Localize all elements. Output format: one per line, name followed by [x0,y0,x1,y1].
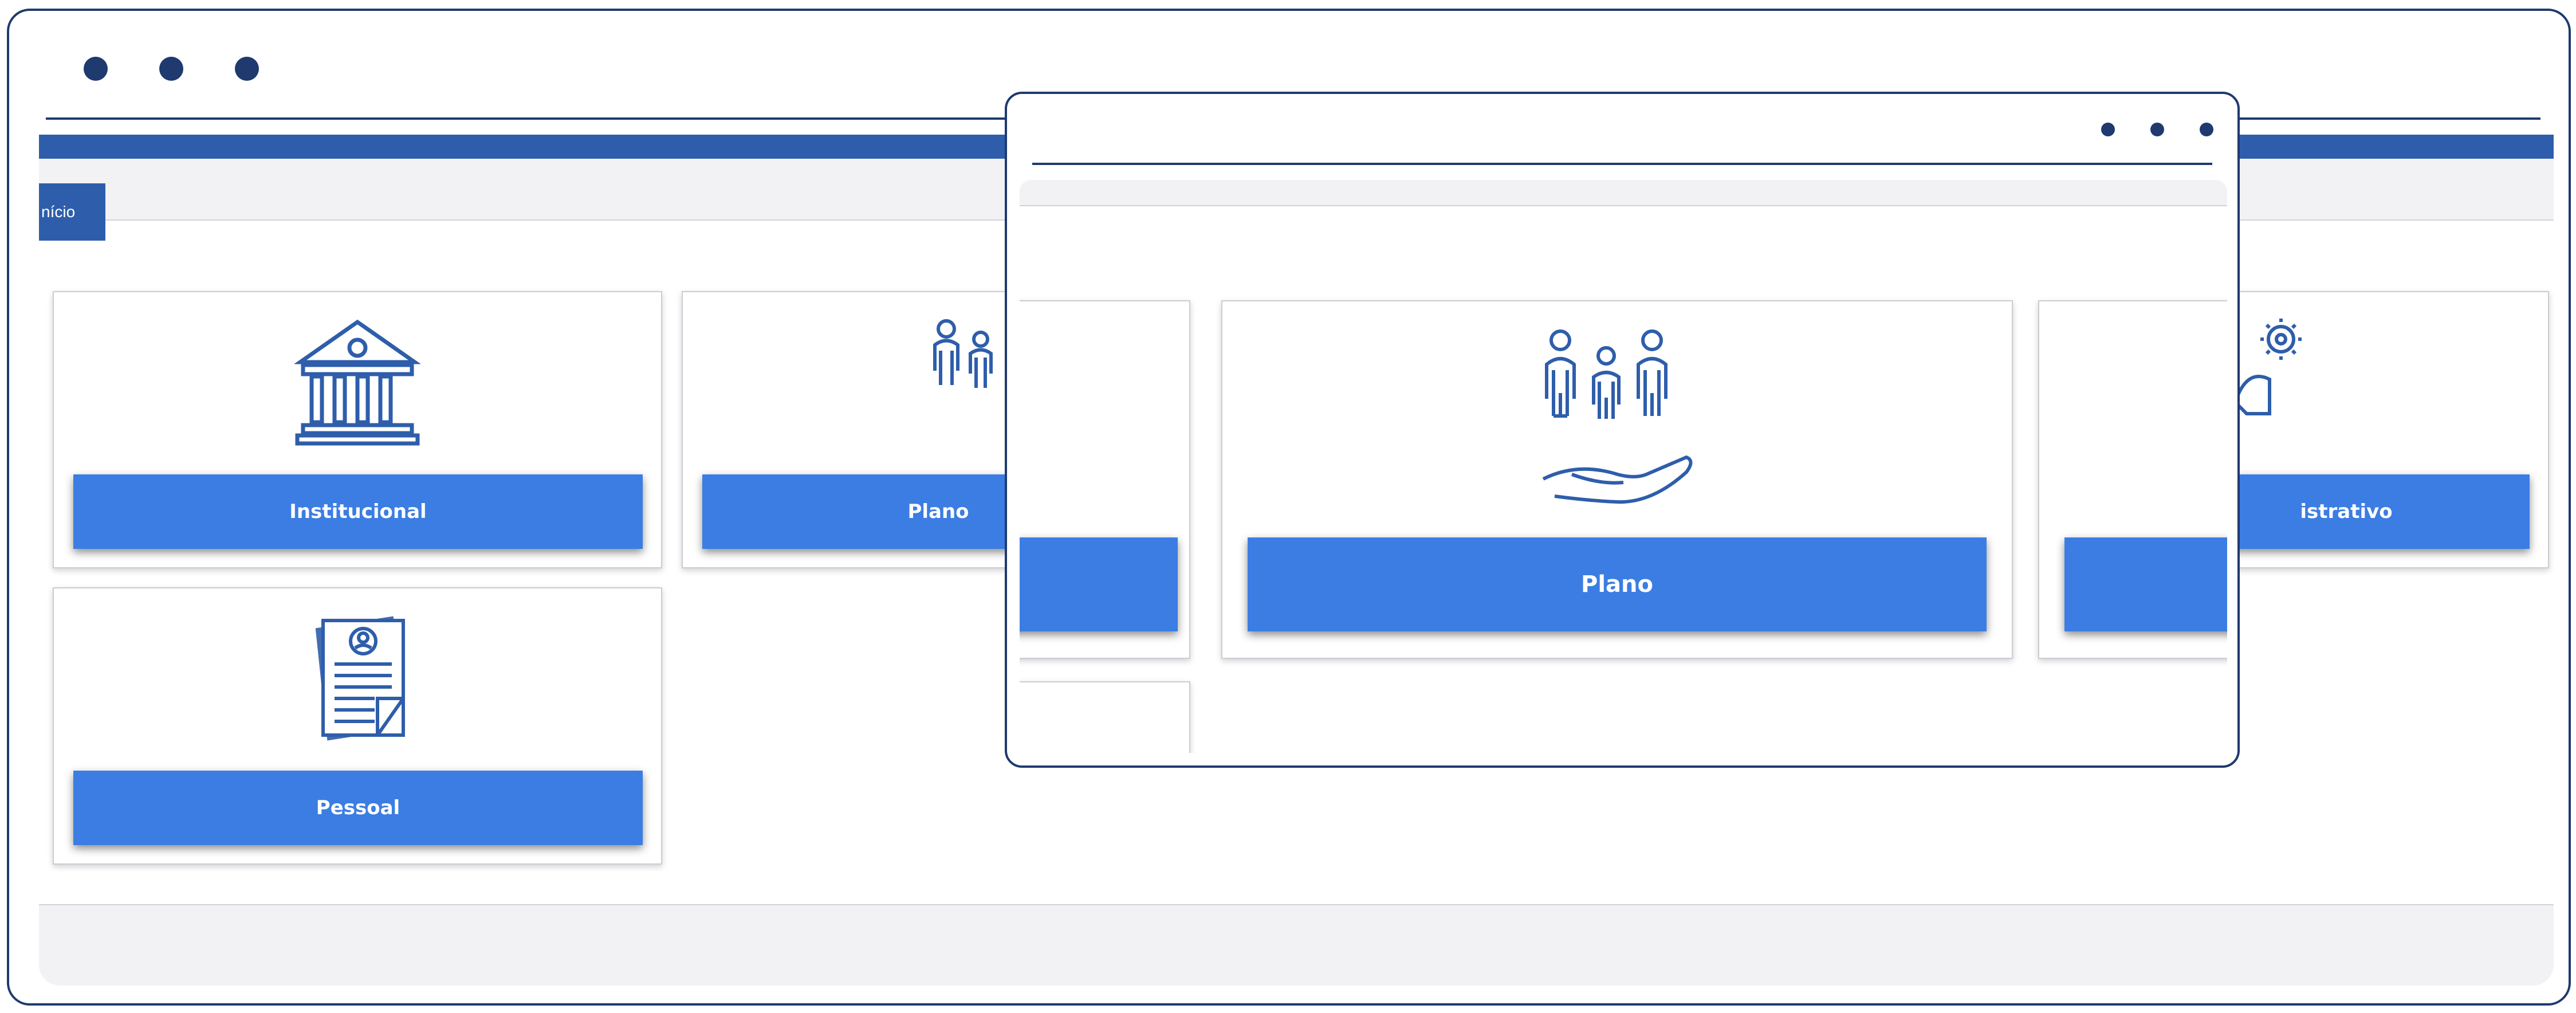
zoom-dot-icon[interactable] [2150,123,2164,136]
zoom-window-controls [2101,123,2213,136]
zoom-divider [1032,163,2212,165]
tab-inicio[interactable]: nício [39,183,105,241]
zoom-left-button[interactable] [1020,537,1178,631]
bank-building-icon [294,319,420,446]
zoom-dot-icon[interactable] [2101,123,2115,136]
window-dot-icon[interactable] [159,57,183,81]
zoom-right-button[interactable] [2064,537,2227,631]
personal-document-icon [315,616,406,741]
zoom-dot-icon[interactable] [2200,123,2213,136]
window-dot-icon[interactable] [235,57,259,81]
admin-gear-person-icon [2233,319,2302,415]
window-controls [84,57,259,81]
zoom-content: Plano [1020,180,2227,753]
family-hand-icon [1542,329,1693,504]
institucional-button[interactable]: Institucional [73,474,643,549]
card-institucional[interactable]: Institucional [53,291,662,568]
zoom-card-bottom-partial[interactable] [1020,681,1190,753]
zoom-plano-button[interactable]: Plano [1248,537,1987,631]
card-pessoal[interactable]: Pessoal [53,587,662,865]
footer-panel [39,904,2554,985]
pessoal-button[interactable]: Pessoal [73,771,643,845]
window-dot-icon[interactable] [84,57,108,81]
zoom-card-plano[interactable]: Plano [1221,300,2013,659]
zoom-card-right-partial[interactable] [2038,300,2227,659]
zoom-card-left-partial[interactable] [1020,300,1190,659]
zoom-overlay-window: Plano [1005,92,2240,768]
